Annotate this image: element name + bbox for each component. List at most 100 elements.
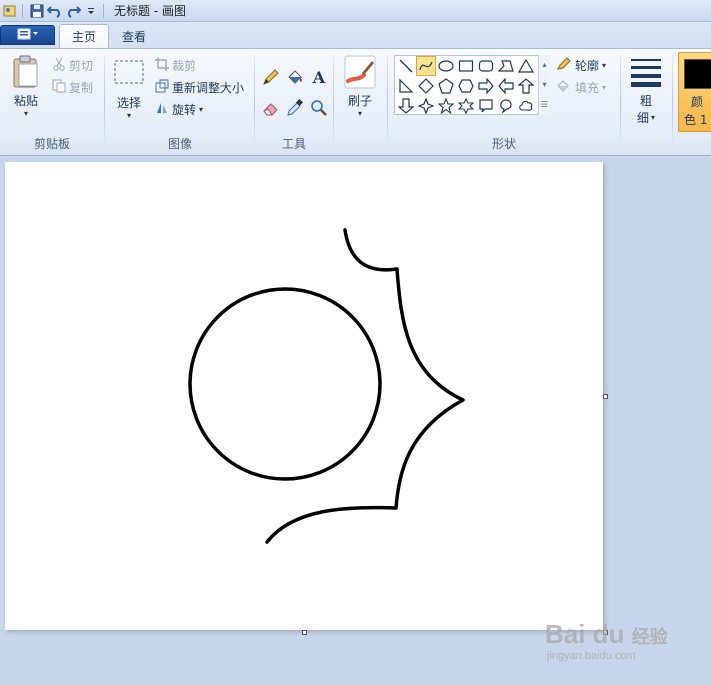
rotate-icon [155, 101, 169, 118]
pencil-icon[interactable] [260, 66, 282, 88]
watermark-logo: Bai du [545, 619, 625, 649]
color1-label-line1: 颜 [691, 95, 704, 109]
color1-button[interactable]: 颜 色 1 [678, 52, 711, 132]
right-triangle-shape-icon[interactable] [396, 76, 416, 96]
rectangle-shape-icon[interactable] [456, 56, 476, 76]
select-button[interactable]: 选择 ▾ [111, 59, 147, 120]
tab-home[interactable]: 主页 [59, 24, 110, 48]
rounded-callout-shape-icon[interactable] [476, 96, 496, 116]
canvas-resize-handle-bottom[interactable] [302, 630, 307, 635]
curve-shape-icon[interactable] [416, 56, 436, 76]
drawn-curve [265, 228, 465, 544]
line-shape-icon[interactable] [396, 56, 416, 76]
outline-button[interactable]: 轮廓 ▾ [556, 57, 606, 74]
ribbon-tab-row: 主页 查看 [0, 22, 711, 48]
tab-view[interactable]: 查看 [110, 24, 158, 48]
brushes-group: 刷子 ▾ [334, 49, 386, 155]
redo-icon[interactable] [65, 3, 81, 19]
resize-label: 重新调整大小 [172, 81, 245, 95]
crop-icon [155, 57, 169, 74]
fill-icon[interactable] [284, 66, 306, 88]
shapes-gallery-scrollbar[interactable]: ▴ ▾ ☰ [538, 55, 550, 115]
fill-button[interactable]: 填充 ▾ [556, 79, 606, 96]
copy-label: 复制 [69, 81, 94, 95]
up-arrow-shape-icon[interactable] [516, 76, 536, 96]
undo-icon[interactable] [47, 3, 63, 19]
ribbon: 粘贴 ▾ 剪切 复制 剪贴板 选择 ▾ 裁剪 重新调整大小 旋转 ▾ 图像 A … [0, 48, 711, 156]
clipboard-group: 粘贴 ▾ 剪切 复制 剪贴板 [0, 49, 104, 155]
four-point-star-shape-icon[interactable] [416, 96, 436, 116]
eraser-icon[interactable] [260, 97, 282, 119]
triangle-shape-icon[interactable] [516, 56, 536, 76]
paste-icon [11, 55, 41, 92]
clipboard-group-label: 剪贴板 [33, 137, 70, 151]
group-divider [620, 55, 621, 149]
crop-button[interactable]: 裁剪 [155, 57, 196, 74]
fill-bucket-icon [556, 79, 572, 96]
tools-group: A 工具 [255, 49, 333, 155]
chevron-down-icon: ▾ [602, 83, 607, 92]
shapes-group-label: 形状 [491, 137, 516, 151]
size-label-line1: 粗 [639, 94, 652, 108]
quick-access-separator [22, 3, 23, 18]
scroll-down-icon[interactable]: ▾ [539, 75, 550, 95]
magnifier-icon[interactable] [308, 97, 330, 119]
brushes-label: 刷子 [347, 94, 372, 108]
oval-shape-icon[interactable] [436, 56, 456, 76]
rounded-rectangle-shape-icon[interactable] [476, 56, 496, 76]
quick-access-separator [103, 3, 104, 18]
customize-arrow-icon[interactable] [83, 3, 99, 19]
brush-icon [344, 55, 376, 92]
chevron-down-icon: ▾ [23, 109, 28, 118]
hexagon-shape-icon[interactable] [456, 76, 476, 96]
scroll-up-icon[interactable]: ▴ [539, 55, 550, 75]
pentagon-shape-icon[interactable] [436, 76, 456, 96]
drawn-circle [188, 287, 382, 481]
cloud-callout-shape-icon[interactable] [516, 96, 536, 116]
left-arrow-shape-icon[interactable] [496, 76, 516, 96]
color-picker-icon[interactable] [284, 97, 306, 119]
chevron-down-icon: ▾ [199, 105, 204, 114]
size-label-line2: 细 [636, 111, 649, 125]
chevron-down-icon: ▾ [651, 113, 656, 122]
resize-icon [155, 79, 169, 96]
chevron-down-icon: ▾ [357, 109, 362, 118]
outline-label: 轮廓 [575, 59, 600, 73]
rotate-label: 旋转 [172, 103, 197, 117]
five-point-star-shape-icon[interactable] [436, 96, 456, 116]
chevron-down-icon: ▾ [602, 61, 607, 70]
tools-group-label: 工具 [281, 137, 306, 151]
cut-label: 剪切 [69, 59, 94, 73]
window-title: 无标题 - 画图 [114, 4, 186, 18]
shapes-gallery [394, 55, 550, 115]
group-divider [672, 55, 673, 149]
cut-button[interactable]: 剪切 [52, 57, 93, 74]
baidu-watermark: Bai du 经验 jingyan.baidu.com [545, 619, 668, 662]
drawing [188, 228, 465, 544]
resize-button[interactable]: 重新调整大小 [155, 79, 244, 96]
down-arrow-shape-icon[interactable] [396, 96, 416, 116]
save-icon[interactable] [29, 3, 45, 19]
image-group-label: 图像 [167, 137, 192, 151]
polygon-shape-icon[interactable] [496, 56, 516, 76]
color1-label-line2: 色 1 [684, 113, 708, 127]
fill-label: 填充 [575, 81, 600, 95]
select-icon [113, 59, 145, 88]
app-icon[interactable] [2, 3, 18, 19]
chevron-down-icon: ▾ [126, 111, 131, 120]
gallery-expand-icon[interactable]: ☰ [539, 95, 550, 115]
copy-icon [52, 79, 66, 96]
brushes-button[interactable]: 刷子 ▾ [342, 55, 378, 118]
diamond-shape-icon[interactable] [416, 76, 436, 96]
rotate-button[interactable]: 旋转 ▾ [155, 101, 203, 118]
oval-callout-shape-icon[interactable] [496, 96, 516, 116]
size-button[interactable]: 粗 细 ▾ [626, 55, 666, 126]
copy-button[interactable]: 复制 [52, 79, 93, 96]
paste-button[interactable]: 粘贴 ▾ [8, 55, 44, 118]
file-menu-button[interactable] [0, 25, 55, 45]
text-icon[interactable]: A [308, 66, 330, 88]
six-point-star-shape-icon[interactable] [456, 96, 476, 116]
drawing-canvas[interactable] [5, 162, 603, 630]
right-arrow-shape-icon[interactable] [476, 76, 496, 96]
canvas-resize-handle-right[interactable] [603, 394, 608, 399]
